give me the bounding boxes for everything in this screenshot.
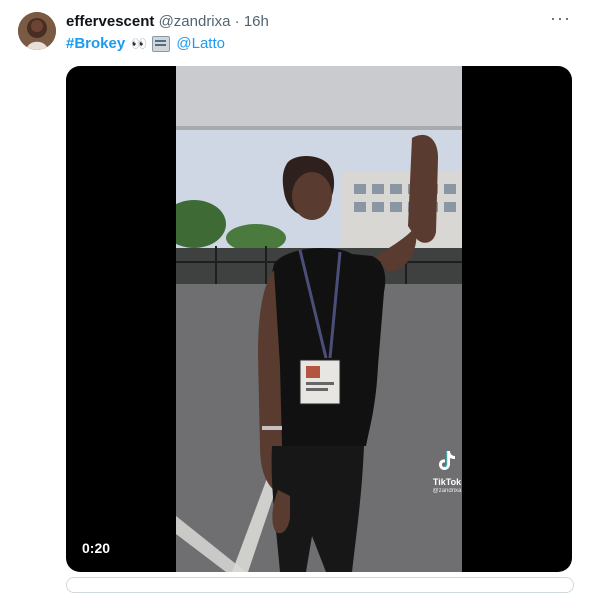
tiktok-icon xyxy=(439,451,455,470)
tweet-text: #Brokey 👀 @Latto xyxy=(66,35,225,52)
avatar-image xyxy=(18,12,56,50)
next-card-edge xyxy=(66,577,574,593)
separator: · xyxy=(234,13,240,30)
display-name[interactable]: effervescent xyxy=(66,13,154,30)
video-duration: 0:20 xyxy=(82,540,111,556)
newspaper-icon xyxy=(152,35,171,52)
video-still xyxy=(176,66,462,572)
more-icon[interactable]: ··· xyxy=(550,8,571,29)
hashtag-link[interactable]: #Brokey xyxy=(66,35,125,52)
avatar[interactable] xyxy=(18,12,56,50)
tweet[interactable]: effervescent @zandrixa · 16h ··· #Brokey… xyxy=(0,0,595,593)
tiktok-watermark: TikTok @zandrixa xyxy=(423,450,471,494)
video-frame[interactable] xyxy=(176,66,462,572)
tiktok-label: TikTok xyxy=(432,477,462,487)
mention-link[interactable]: @Latto xyxy=(176,35,225,52)
tweet-time[interactable]: 16h xyxy=(244,13,269,30)
user-handle[interactable]: @zandrixa xyxy=(159,13,231,30)
tweet-header: effervescent @zandrixa · 16h xyxy=(66,13,269,30)
tiktok-handle: @zandrixa xyxy=(432,488,462,494)
eyes-icon: 👀 xyxy=(131,35,147,51)
video-player[interactable]: 0:20 TikTok @zandrixa xyxy=(66,66,572,572)
